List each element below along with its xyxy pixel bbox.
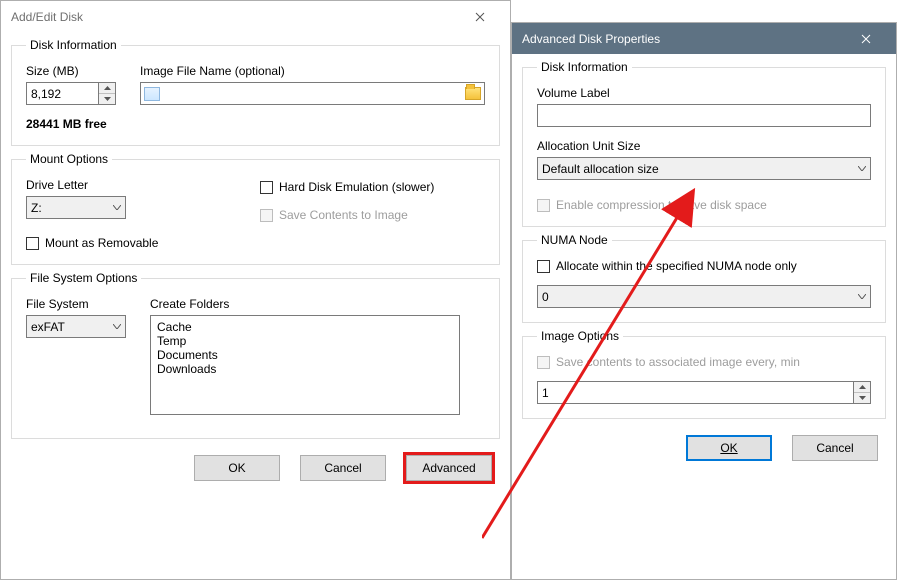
button-row: OK Cancel bbox=[512, 425, 896, 475]
mount-options-group: Mount Options Drive Letter Z: Hard Disk … bbox=[11, 152, 500, 265]
image-file-label: Image File Name (optional) bbox=[140, 64, 485, 78]
group-legend: Disk Information bbox=[537, 60, 632, 74]
disk-information-group: Disk Information Volume Label Allocation… bbox=[522, 60, 886, 227]
filesystem-options-group: File System Options File System exFAT Cr… bbox=[11, 271, 500, 439]
numa-node-select[interactable]: 0 bbox=[537, 285, 871, 308]
chevron-down-icon bbox=[113, 205, 121, 210]
ok-button[interactable]: OK bbox=[686, 435, 772, 461]
cancel-button[interactable]: Cancel bbox=[300, 455, 386, 481]
allocation-size-value: Default allocation size bbox=[542, 162, 659, 176]
size-spinner[interactable] bbox=[26, 82, 116, 105]
create-folders-textarea[interactable] bbox=[150, 315, 460, 415]
group-legend: Disk Information bbox=[26, 38, 121, 52]
advanced-button[interactable]: Advanced bbox=[406, 455, 492, 481]
chevron-down-icon bbox=[858, 166, 866, 171]
volume-label-input[interactable] bbox=[537, 104, 871, 127]
filesystem-select[interactable]: exFAT bbox=[26, 315, 126, 338]
allocation-size-select[interactable]: Default allocation size bbox=[537, 157, 871, 180]
save-every-checkbox: Save contents to associated image every,… bbox=[537, 355, 871, 369]
group-legend: NUMA Node bbox=[537, 233, 612, 247]
drive-letter-label: Drive Letter bbox=[26, 178, 236, 192]
close-button[interactable] bbox=[457, 2, 502, 31]
folder-icon[interactable] bbox=[465, 87, 481, 100]
close-icon bbox=[475, 12, 485, 22]
add-edit-disk-dialog: Add/Edit Disk Disk Information Size (MB)… bbox=[0, 0, 511, 580]
hdd-emulation-checkbox[interactable]: Hard Disk Emulation (slower) bbox=[260, 180, 485, 194]
filesystem-label: File System bbox=[26, 297, 126, 311]
save-every-input[interactable] bbox=[537, 381, 853, 404]
numa-allocate-checkbox[interactable]: Allocate within the specified NUMA node … bbox=[537, 259, 871, 273]
dialog-title: Advanced Disk Properties bbox=[522, 32, 660, 46]
button-row: OK Cancel Advanced bbox=[1, 445, 510, 495]
spin-down[interactable] bbox=[854, 393, 870, 404]
numa-node-group: NUMA Node Allocate within the specified … bbox=[522, 233, 886, 323]
drive-letter-select[interactable]: Z: bbox=[26, 196, 126, 219]
dialog-title: Add/Edit Disk bbox=[11, 10, 83, 24]
volume-label-label: Volume Label bbox=[537, 86, 871, 100]
chevron-down-icon bbox=[858, 294, 866, 299]
size-input[interactable] bbox=[26, 82, 98, 105]
disk-information-group: Disk Information Size (MB) 28441 MB free… bbox=[11, 38, 500, 146]
ok-button[interactable]: OK bbox=[194, 455, 280, 481]
image-options-group: Image Options Save contents to associate… bbox=[522, 329, 886, 419]
titlebar: Advanced Disk Properties bbox=[512, 23, 896, 54]
save-contents-checkbox: Save Contents to Image bbox=[260, 208, 485, 222]
close-button[interactable] bbox=[843, 24, 888, 53]
filesystem-value: exFAT bbox=[31, 320, 65, 334]
numa-node-value: 0 bbox=[542, 290, 549, 304]
close-icon bbox=[861, 34, 871, 44]
save-every-spinner[interactable] bbox=[537, 381, 871, 404]
mount-removable-checkbox[interactable]: Mount as Removable bbox=[26, 236, 485, 250]
group-legend: Mount Options bbox=[26, 152, 112, 166]
cancel-button[interactable]: Cancel bbox=[792, 435, 878, 461]
chevron-down-icon bbox=[113, 324, 121, 329]
free-space-text: 28441 MB free bbox=[26, 117, 116, 131]
size-label: Size (MB) bbox=[26, 64, 116, 78]
drive-letter-value: Z: bbox=[31, 201, 42, 215]
compression-checkbox: Enable compression to save disk space bbox=[537, 198, 871, 212]
group-legend: Image Options bbox=[537, 329, 623, 343]
allocation-size-label: Allocation Unit Size bbox=[537, 139, 871, 153]
titlebar: Add/Edit Disk bbox=[1, 1, 510, 32]
image-file-input[interactable] bbox=[140, 82, 485, 105]
group-legend: File System Options bbox=[26, 271, 141, 285]
file-icon bbox=[144, 87, 160, 101]
spin-up[interactable] bbox=[854, 382, 870, 393]
create-folders-label: Create Folders bbox=[150, 297, 485, 311]
spin-up[interactable] bbox=[99, 83, 115, 94]
advanced-disk-properties-dialog: Advanced Disk Properties Disk Informatio… bbox=[511, 22, 897, 580]
spin-down[interactable] bbox=[99, 94, 115, 105]
